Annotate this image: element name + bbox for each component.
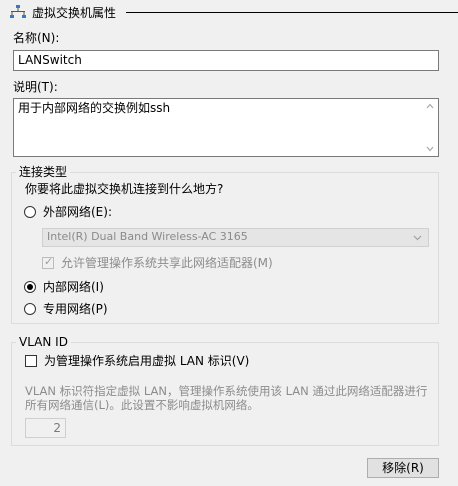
enable-vlan-label: 为管理操作系统启用虚拟 LAN 标识(V)	[44, 354, 250, 368]
internal-radio-circle[interactable]	[24, 281, 36, 293]
allow-mgmt-box[interactable]: ✓	[42, 255, 54, 269]
name-label: 名称(N):	[13, 31, 60, 45]
vlan-id-input[interactable]: 2	[25, 418, 66, 438]
description-scrollbar[interactable]	[422, 99, 438, 156]
name-input[interactable]: LANSwitch	[13, 50, 439, 71]
section-header: 虚拟交换机属性	[10, 3, 116, 21]
external-network-label: 外部网络(E):	[43, 205, 112, 219]
internal-network-radio[interactable]: 内部网络(I)	[24, 279, 124, 295]
description-textarea-value: 用于内部网络的交换例如ssh	[18, 101, 171, 115]
vlan-id-value: 2	[53, 421, 61, 435]
connection-type-title: 连接类型	[16, 165, 71, 179]
external-radio-circle[interactable]	[24, 206, 36, 218]
network-adapter-value: Intel(R) Dual Band Wireless-AC 3165	[47, 230, 248, 243]
private-radio-circle[interactable]	[24, 303, 36, 315]
header-divider	[126, 12, 458, 13]
enable-vlan-box[interactable]	[25, 355, 37, 367]
connection-question: 你要将此虚拟交换机连接到什么地方?	[25, 182, 224, 196]
name-input-value: LANSwitch	[18, 53, 82, 67]
vlan-title: VLAN ID	[16, 335, 71, 349]
checkmark-icon: ✓	[44, 255, 54, 268]
scroll-down-icon[interactable]	[426, 146, 434, 152]
section-title: 虚拟交换机属性	[32, 5, 117, 20]
description-label: 说明(T):	[13, 80, 58, 94]
allow-mgmt-checkbox[interactable]: ✓ 允许管理操作系统共享此网络适配器(M)	[42, 255, 282, 271]
remove-button[interactable]: 移除(R)	[367, 458, 439, 478]
scroll-up-icon[interactable]	[426, 103, 434, 109]
internal-network-label: 内部网络(I)	[43, 280, 104, 294]
private-network-label: 专用网络(P)	[43, 302, 108, 316]
description-textarea[interactable]: 用于内部网络的交换例如ssh	[13, 98, 439, 157]
enable-vlan-checkbox[interactable]: 为管理操作系统启用虚拟 LAN 标识(V)	[25, 353, 255, 369]
network-adapter-dropdown[interactable]: Intel(R) Dual Band Wireless-AC 3165	[42, 228, 429, 247]
network-switch-icon	[10, 5, 26, 19]
private-network-radio[interactable]: 专用网络(P)	[24, 301, 124, 317]
vlan-description-line1: VLAN 标识符指定虚拟 LAN，管理操作系统使用该 LAN 通过此网络适配器进…	[25, 384, 428, 398]
chevron-down-icon	[413, 235, 422, 241]
allow-mgmt-label: 允许管理操作系统共享此网络适配器(M)	[61, 256, 273, 270]
vlan-description-line2: 所有网络通信(L)。此设置不影响虚拟机网络。	[25, 398, 259, 412]
external-network-radio[interactable]: 外部网络(E):	[24, 204, 134, 220]
